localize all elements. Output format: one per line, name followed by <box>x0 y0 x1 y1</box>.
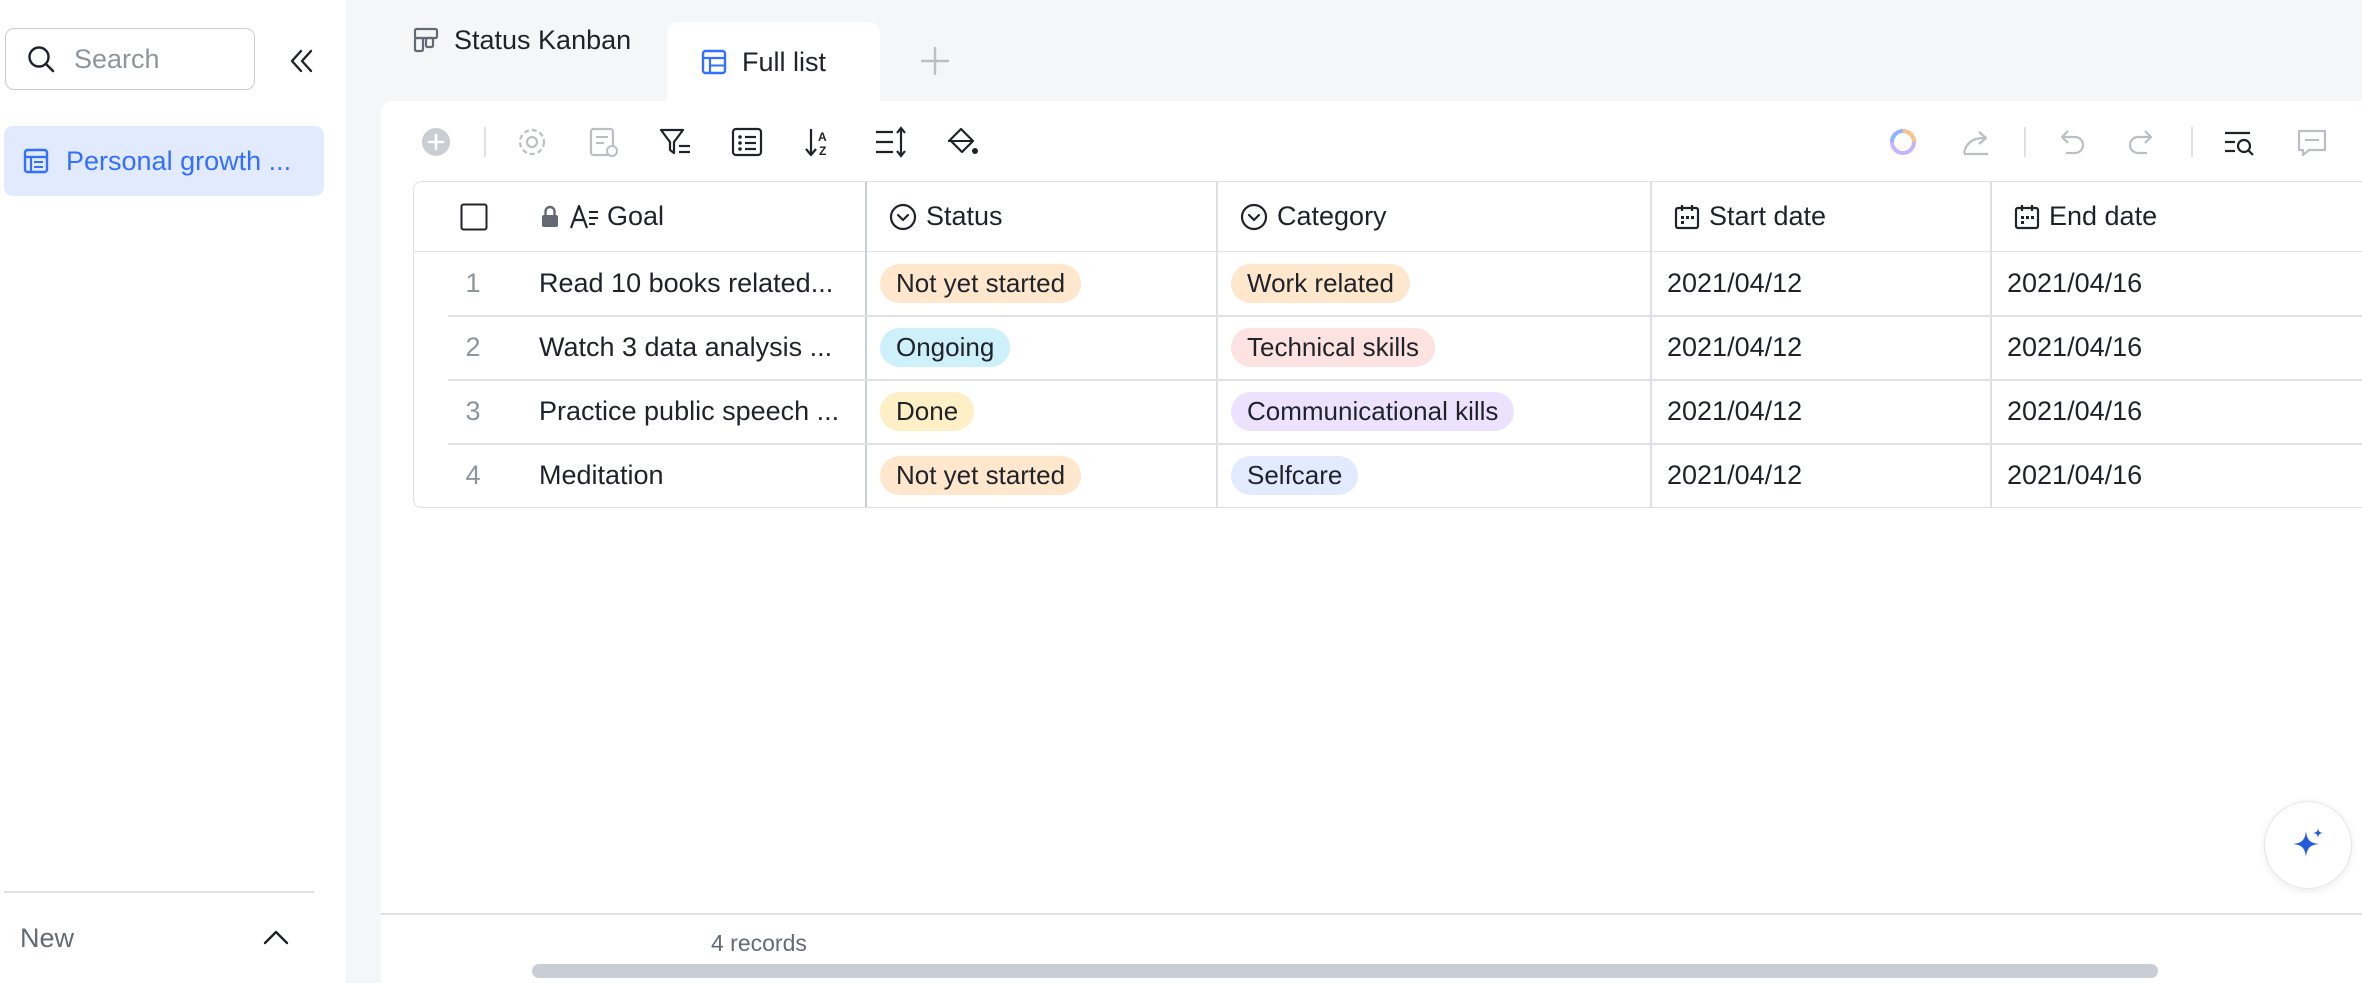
records-table: Goal Status Category Start date End date <box>413 181 2362 508</box>
new-section-toggle[interactable]: New <box>20 918 292 958</box>
start-date-cell[interactable]: 2021/04/12 <box>1667 443 1977 507</box>
category-cell[interactable]: Communicational kills <box>1227 379 1642 443</box>
row-number: 4 <box>465 459 481 490</box>
tab-full-list[interactable]: Full list <box>667 22 880 102</box>
row-number: 2 <box>465 331 481 362</box>
category-tag: Technical skills <box>1231 327 1435 367</box>
search-input[interactable] <box>72 42 236 76</box>
column-divider <box>865 182 867 507</box>
select-all-checkbox[interactable] <box>460 203 488 231</box>
kanban-icon <box>412 26 440 54</box>
end-date-cell[interactable]: 2021/04/16 <box>2007 315 2317 379</box>
sidebar: Personal growth ... New <box>0 0 346 983</box>
svg-text:A: A <box>818 130 827 144</box>
column-header-category[interactable]: Category <box>1227 182 1647 251</box>
start-date-cell[interactable]: 2021/04/12 <box>1667 315 1977 379</box>
category-cell[interactable]: Technical skills <box>1227 315 1642 379</box>
column-divider <box>1650 182 1652 507</box>
category-tag: Work related <box>1231 263 1410 303</box>
goal-cell[interactable]: Read 10 books related... <box>539 251 857 315</box>
filter-icon[interactable] <box>657 120 693 164</box>
row-number: 3 <box>465 395 481 426</box>
tab-label: Full list <box>742 46 827 77</box>
sidebar-divider <box>4 891 314 893</box>
form-settings-icon[interactable] <box>587 120 621 164</box>
column-header-label: Goal <box>607 201 665 231</box>
start-date-cell[interactable]: 2021/04/12 <box>1667 379 1977 443</box>
lock-icon <box>539 204 561 230</box>
svg-text:Z: Z <box>819 144 826 158</box>
status-cell[interactable]: Ongoing <box>876 315 1206 379</box>
toolbar-divider <box>2191 127 2193 157</box>
single-select-icon <box>888 202 918 232</box>
chevron-up-icon <box>260 922 292 954</box>
category-tag: Communicational kills <box>1231 391 1515 431</box>
record-count: 4 records <box>711 930 807 956</box>
column-header-start-date[interactable]: Start date <box>1661 182 1981 251</box>
status-cell[interactable]: Done <box>876 379 1206 443</box>
end-date-cell[interactable]: 2021/04/16 <box>2007 443 2317 507</box>
start-date-cell[interactable]: 2021/04/12 <box>1667 251 1977 315</box>
column-header-label: Status <box>926 201 1003 231</box>
toolbar-divider <box>2024 127 2026 157</box>
sort-icon[interactable]: AZ <box>802 120 836 164</box>
toolbar-divider <box>484 127 486 157</box>
column-header-goal[interactable]: Goal <box>539 182 859 251</box>
search-icon <box>26 44 56 74</box>
group-list-icon[interactable] <box>730 120 764 164</box>
ai-assistant-button[interactable] <box>2264 801 2352 889</box>
table-icon <box>22 147 50 175</box>
column-header-label: End date <box>2049 201 2158 231</box>
end-date-cell[interactable]: 2021/04/16 <box>2007 379 2317 443</box>
single-select-icon <box>1239 202 1269 232</box>
search-box[interactable] <box>5 28 255 90</box>
status-tag: Not yet started <box>880 455 1082 495</box>
column-header-label: Category <box>1277 201 1387 231</box>
column-divider <box>1216 182 1218 507</box>
goal-cell[interactable]: Watch 3 data analysis ... <box>539 315 857 379</box>
undo-icon[interactable] <box>2054 120 2088 164</box>
collapse-sidebar-icon[interactable] <box>284 44 318 78</box>
add-record-icon[interactable] <box>419 120 453 164</box>
row-height-icon[interactable] <box>873 120 909 164</box>
column-header-status[interactable]: Status <box>876 182 1216 251</box>
ai-assistant-ring-icon[interactable] <box>1886 120 1920 164</box>
category-tag: Selfcare <box>1231 455 1359 495</box>
sidebar-item-personal-growth[interactable]: Personal growth ... <box>4 126 324 196</box>
tab-label: Status Kanban <box>454 24 632 55</box>
column-header-end-date[interactable]: End date <box>2001 182 2321 251</box>
add-view-icon[interactable] <box>916 42 954 80</box>
status-tag: Ongoing <box>880 327 1011 367</box>
paint-bucket-icon[interactable] <box>944 120 980 164</box>
calendar-icon <box>1673 203 1701 231</box>
category-cell[interactable]: Selfcare <box>1227 443 1642 507</box>
horizontal-scrollbar[interactable] <box>532 964 2158 978</box>
search-records-icon[interactable] <box>2222 120 2256 164</box>
status-tag: Not yet started <box>880 263 1082 303</box>
redo-icon[interactable] <box>2125 120 2159 164</box>
status-cell[interactable]: Not yet started <box>876 251 1206 315</box>
comment-icon[interactable] <box>2295 120 2329 164</box>
grid-table-icon <box>700 48 728 76</box>
end-date-cell[interactable]: 2021/04/16 <box>2007 251 2317 315</box>
column-divider <box>1990 182 1992 507</box>
sparkle-icon <box>2288 825 2328 865</box>
category-cell[interactable]: Work related <box>1227 251 1642 315</box>
settings-gear-icon[interactable] <box>515 120 549 164</box>
tab-status-kanban[interactable]: Status Kanban <box>412 0 642 80</box>
new-label: New <box>20 922 75 953</box>
goal-cell[interactable]: Practice public speech ... <box>539 379 857 443</box>
share-icon[interactable] <box>1959 120 1993 164</box>
footer-divider <box>381 913 2362 915</box>
status-tag: Done <box>880 391 975 431</box>
goal-cell[interactable]: Meditation <box>539 443 857 507</box>
column-header-label: Start date <box>1709 201 1827 231</box>
table-header-row: Goal Status Category Start date End date <box>414 182 2362 252</box>
row-number: 1 <box>465 267 481 298</box>
text-field-icon <box>569 203 599 231</box>
status-cell[interactable]: Not yet started <box>876 443 1206 507</box>
sidebar-item-label: Personal growth ... <box>66 145 292 176</box>
calendar-icon <box>2013 203 2041 231</box>
